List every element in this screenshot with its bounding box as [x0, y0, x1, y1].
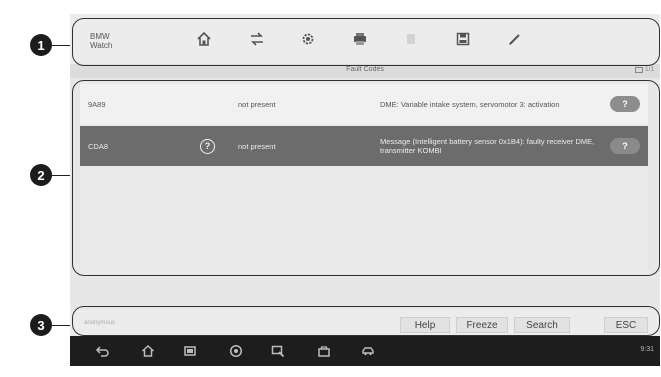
- subtitle-bar: Fault Codes 1/1: [70, 64, 660, 78]
- browser-button[interactable]: [228, 343, 244, 359]
- page-title: Fault Codes: [346, 66, 384, 73]
- info-icon: ?: [200, 138, 215, 154]
- settings-button[interactable]: [295, 28, 321, 50]
- function-bar: anonymous Help Freeze Search ESC: [70, 310, 660, 336]
- recent-apps-button[interactable]: [182, 343, 198, 359]
- shop-button[interactable]: [316, 343, 332, 359]
- code-help-button[interactable]: ?: [610, 96, 640, 112]
- vci-icon: [271, 345, 285, 358]
- vehicle-model: Watch: [90, 41, 113, 50]
- vehicle-swap-icon: [251, 32, 263, 46]
- browser-icon: [229, 344, 243, 358]
- help-icon: [407, 34, 415, 44]
- vehicle-swap-button[interactable]: [244, 28, 270, 50]
- home-icon: [197, 31, 211, 46]
- vehicle-label: BMW Watch: [90, 32, 112, 50]
- top-toolbar: BMW Watch: [70, 14, 660, 64]
- save-button[interactable]: [450, 28, 476, 50]
- recent-apps-icon: [184, 346, 196, 356]
- print-button[interactable]: [347, 28, 373, 50]
- back-icon: [95, 346, 109, 357]
- car-button[interactable]: [360, 343, 376, 359]
- description-cell: DME: Variable intake system, servomotor …: [380, 99, 560, 109]
- shop-icon: [318, 346, 330, 357]
- home-icon: [141, 344, 155, 357]
- callout-1: 1: [30, 34, 52, 56]
- vehicle-make: BMW: [90, 32, 110, 41]
- data-logging-button[interactable]: [502, 28, 528, 50]
- callout-2-line: [52, 175, 72, 176]
- vci-button[interactable]: [270, 343, 286, 359]
- tablet-screen: BMW Watch Fault Codes 1/1 9A89 not prese…: [70, 14, 660, 366]
- search-button[interactable]: Search: [514, 317, 570, 333]
- fault-code-list: 9A89 not present DME: Variable intake sy…: [80, 82, 648, 278]
- status-clock: 9:31: [640, 346, 654, 353]
- freeze-button[interactable]: Freeze: [456, 317, 508, 333]
- callout-1-line: [52, 45, 72, 46]
- page-icon: [634, 66, 643, 73]
- help-button[interactable]: Help: [400, 317, 450, 333]
- system-nav-bar: 9:31: [70, 336, 660, 366]
- page-indicator: 1/1: [634, 66, 654, 73]
- code-cell: CDA8: [88, 141, 109, 151]
- list-item[interactable]: 9A89 not present DME: Variable intake sy…: [80, 84, 648, 124]
- help-button[interactable]: [398, 28, 424, 50]
- home-button[interactable]: [191, 28, 217, 50]
- pen-icon: [509, 34, 520, 45]
- print-icon: [354, 33, 366, 45]
- back-button[interactable]: [94, 343, 110, 359]
- page-number: 1/1: [644, 66, 654, 73]
- description-cell: Message (Intelligent battery sensor 0x1B…: [380, 137, 595, 155]
- car-icon: [362, 347, 374, 356]
- home-nav-button[interactable]: [140, 343, 156, 359]
- status-cell: not present: [238, 99, 276, 109]
- callout-3-line: [52, 325, 72, 326]
- save-icon: [456, 32, 470, 46]
- list-item[interactable]: CDA8 ? not present Message (Intelligent …: [80, 126, 648, 166]
- settings-icon: [302, 33, 314, 45]
- callout-2: 2: [30, 164, 52, 186]
- status-text: anonymous: [84, 320, 116, 326]
- status-cell: not present: [238, 141, 276, 151]
- code-help-button[interactable]: ?: [610, 138, 640, 154]
- code-cell: 9A89: [88, 99, 106, 109]
- callout-3: 3: [30, 314, 52, 336]
- esc-button[interactable]: ESC: [604, 317, 648, 333]
